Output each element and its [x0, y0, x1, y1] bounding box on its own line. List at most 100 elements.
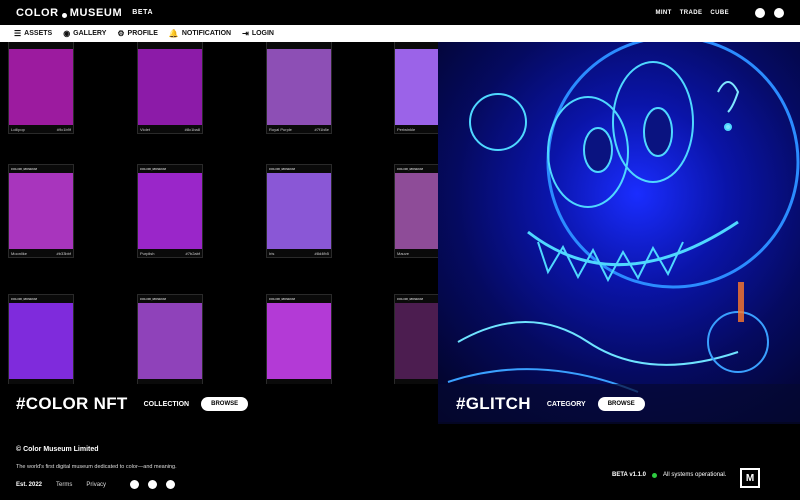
- bell-icon: 🔔: [168, 28, 179, 38]
- color-card[interactable]: COLOR_MUSEUM Purplish #7b2abf: [137, 164, 203, 258]
- color-card[interactable]: COLOR_MUSEUM Mauve: [394, 164, 438, 258]
- color-card[interactable]: COLOR_MUSEUM Moonlike #b33bbf: [8, 164, 74, 258]
- menu-profile-label: PROFILE: [127, 30, 158, 37]
- color-code: #7b2abf: [185, 250, 200, 256]
- color-swatch: [9, 49, 73, 125]
- menu-profile[interactable]: ⚙ PROFILE: [117, 28, 158, 38]
- color-name: Purplish: [140, 250, 155, 256]
- menu-gallery-label: GALLERY: [73, 30, 107, 37]
- brand-left: COLOR: [16, 6, 59, 19]
- glitch-banner: #GLITCH CATEGORY BROWSE: [438, 384, 800, 424]
- footer: © Color Museum Limited The world's first…: [0, 424, 800, 500]
- color-name: Violet: [140, 126, 150, 132]
- menu-assets-label: ASSETS: [24, 30, 53, 37]
- privacy-link[interactable]: Privacy: [86, 482, 106, 488]
- brand-logo[interactable]: COLOR MUSEUM BETA: [16, 7, 153, 19]
- color-card-footer: Periwinkle: [395, 125, 438, 133]
- login-icon: ⇥: [242, 28, 249, 38]
- opensea-icon[interactable]: [148, 480, 158, 489]
- color-card-footer: Mauve: [395, 249, 438, 257]
- color-card[interactable]: Royal Purple #7f1b8e: [266, 42, 332, 134]
- color-card-header: COLOR_MUSEUM: [395, 165, 438, 173]
- color-card[interactable]: Violet #8c1ba8: [137, 42, 203, 134]
- color-swatch: [9, 173, 73, 249]
- color-swatch: [267, 303, 331, 379]
- status-text: All systems operational.: [663, 472, 727, 478]
- color-card-footer: Moonlike #b33bbf: [9, 249, 73, 257]
- gallery-icon: ◉: [63, 28, 71, 38]
- color-swatch: [138, 303, 202, 379]
- card-brand: COLOR_MUSEUM: [397, 167, 423, 171]
- color-card-footer: Royal Purple #7f1b8e: [267, 125, 331, 133]
- color-card[interactable]: COLOR_MUSEUM: [137, 294, 203, 388]
- nav-trade[interactable]: TRADE: [680, 10, 703, 16]
- color-card-header: COLOR_MUSEUM: [9, 295, 73, 303]
- card-brand: COLOR_MUSEUM: [11, 167, 37, 171]
- profile-icon: ⚙: [117, 28, 125, 38]
- menu-notification[interactable]: 🔔 NOTIFICATION: [168, 28, 232, 38]
- glitch-art-icon: [447, 42, 800, 393]
- card-brand: COLOR_MUSEUM: [269, 297, 295, 301]
- color-card-footer: Lollipop #9c1b9f: [9, 125, 73, 133]
- status-indicator-icon: [652, 472, 658, 478]
- museum-logo[interactable]: M: [740, 468, 760, 488]
- color-code: #7f1b8e: [314, 126, 329, 132]
- tagline: The world's first digital museum dedicat…: [16, 464, 177, 470]
- color-code: #b33bbf: [56, 250, 71, 256]
- instagram-icon[interactable]: [166, 480, 176, 489]
- card-brand: COLOR_MUSEUM: [269, 167, 295, 171]
- menu-assets[interactable]: ☰ ASSETS: [14, 28, 53, 38]
- color-swatch: [138, 173, 202, 249]
- color-card-header: [138, 42, 202, 49]
- browse-collection-button[interactable]: BROWSE: [201, 397, 249, 411]
- color-swatch: [395, 303, 438, 379]
- opensea-icon[interactable]: [774, 7, 784, 18]
- discord-icon[interactable]: [755, 7, 765, 18]
- color-swatch: [138, 49, 202, 125]
- card-brand: COLOR_MUSEUM: [140, 297, 166, 301]
- color-card[interactable]: Lollipop #9c1b9f: [8, 42, 74, 134]
- menu-notification-label: NOTIFICATION: [181, 30, 232, 37]
- color-card-header: COLOR_MUSEUM: [395, 295, 438, 303]
- browse-category-button[interactable]: BROWSE: [597, 397, 645, 411]
- color-code: #8d4fb5: [314, 250, 329, 256]
- color-card-header: COLOR_MUSEUM: [267, 295, 331, 303]
- color-card[interactable]: COLOR_MUSEUM: [266, 294, 332, 388]
- color-name: Lollipop: [11, 126, 25, 132]
- banner-glitch-title: #GLITCH: [456, 394, 531, 413]
- established-year: Est. 2022: [16, 481, 43, 488]
- nav-mint[interactable]: MINT: [655, 10, 671, 16]
- top-bar: COLOR MUSEUM BETA MINT TRADE CUBE: [0, 0, 800, 25]
- card-brand: COLOR_MUSEUM: [140, 167, 166, 171]
- color-card-header: COLOR_MUSEUM: [138, 295, 202, 303]
- card-brand: COLOR_MUSEUM: [11, 297, 37, 301]
- beta-badge: BETA: [132, 9, 154, 16]
- color-grid: Lollipop #9c1b9f Violet #8c1ba8 Royal Purple…: [0, 42, 438, 422]
- color-swatch: [395, 173, 438, 249]
- color-swatch: [267, 173, 331, 249]
- menu-gallery[interactable]: ◉ GALLERY: [63, 28, 107, 38]
- assets-icon: ☰: [14, 28, 22, 38]
- color-card[interactable]: COLOR_MUSEUM Iris #8d4fb5: [266, 164, 332, 258]
- nav-cube[interactable]: CUBE: [710, 10, 729, 16]
- color-name: Royal Purple: [269, 126, 292, 132]
- color-card-header: COLOR_MUSEUM: [138, 165, 202, 173]
- discord-icon[interactable]: [130, 480, 140, 489]
- copyright: © Color Museum Limited: [16, 446, 99, 453]
- menu-login[interactable]: ⇥ LOGIN: [242, 28, 274, 38]
- color-card-footer: Purplish #7b2abf: [138, 249, 202, 257]
- color-swatch: [9, 303, 73, 379]
- top-nav: MINT TRADE CUBE: [655, 7, 784, 18]
- color-name: Iris: [269, 250, 275, 256]
- color-swatch: [267, 49, 331, 125]
- color-card-header: [9, 42, 73, 49]
- color-card[interactable]: COLOR_MUSEUM: [394, 294, 438, 388]
- terms-link[interactable]: Terms: [56, 482, 72, 488]
- color-code: #9c1b9f: [56, 126, 71, 132]
- color-card[interactable]: COLOR_MUSEUM: [8, 294, 74, 388]
- color-card[interactable]: Periwinkle: [394, 42, 438, 134]
- banner-category-label: CATEGORY: [546, 400, 586, 408]
- glitch-artwork[interactable]: [438, 42, 800, 422]
- color-nft-banner: #COLOR NFT COLLECTION BROWSE: [0, 384, 438, 424]
- version-label: BETA v1.1.0: [612, 472, 647, 478]
